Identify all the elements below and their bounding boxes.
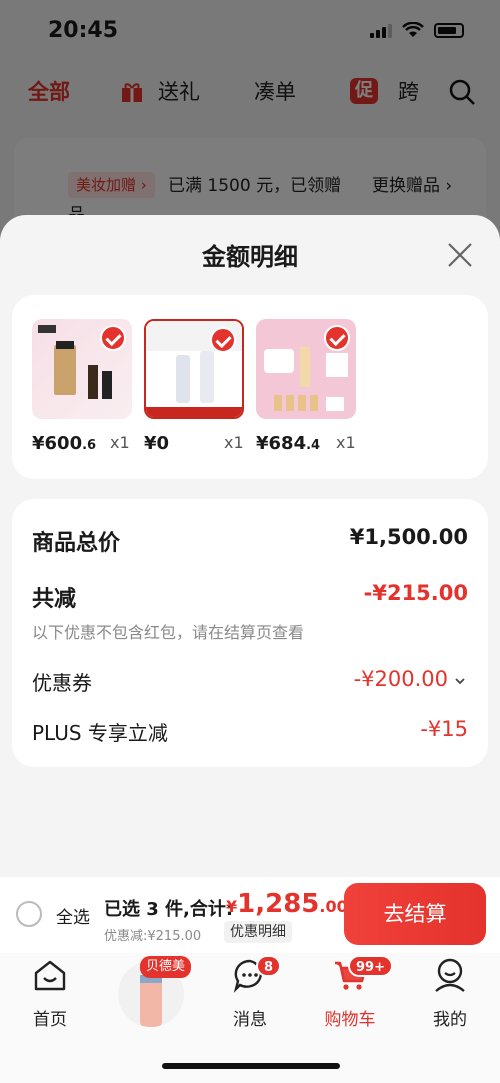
total-reduce-label: 共减 — [32, 587, 77, 612]
select-all-label[interactable]: 全选 — [56, 903, 90, 928]
coupon-label: 优惠券 — [32, 671, 92, 695]
total-price-label: 商品总价 — [32, 531, 121, 556]
product-image-2[interactable] — [144, 319, 244, 419]
product-price-1: ¥600.6 — [32, 433, 97, 454]
messages-badge: 8 — [256, 955, 282, 977]
checkout-button[interactable]: 去结算 — [344, 883, 486, 945]
plus-discount-value: -¥15 — [420, 717, 468, 741]
discount-detail-button[interactable]: 优惠明细 — [224, 921, 292, 943]
tab-home-label: 首页 — [33, 1010, 67, 1030]
promo-tag: 贝德美 — [140, 956, 192, 978]
home-icon — [34, 960, 66, 991]
discount-note: 以下优惠不包含红包，请在结算页查看 — [32, 623, 305, 642]
selected-check-icon — [324, 325, 350, 351]
tab-cart-label: 购物车 — [324, 1010, 376, 1030]
cart-badge: 99+ — [348, 955, 393, 977]
product-image-3[interactable] — [256, 319, 356, 419]
product-image-1[interactable] — [32, 319, 132, 419]
tab-cart[interactable]: 购物车 99+ — [310, 955, 393, 1030]
total-amount: ¥1,285.00 — [226, 889, 348, 919]
close-icon[interactable] — [446, 241, 474, 269]
total-price-value: ¥1,500.00 — [349, 525, 468, 549]
plus-discount-label: PLUS 专享立减 — [32, 721, 168, 745]
tab-home[interactable]: 首页 — [10, 957, 90, 1030]
tab-mine[interactable]: 我的 — [410, 957, 490, 1030]
profile-icon — [435, 958, 465, 992]
selected-check-icon — [210, 327, 236, 353]
checkout-bar: 全选 已选 3 件,合计: ¥1,285.00 优惠减:¥215.00 优惠明细… — [0, 877, 500, 953]
sheet-title: 金额明细 — [202, 243, 298, 271]
tab-messages-label: 消息 — [233, 1010, 267, 1030]
product-qty-3: x1 — [336, 433, 356, 452]
product-qty-1: x1 — [110, 433, 130, 452]
home-indicator — [162, 1063, 340, 1069]
coupon-value[interactable]: -¥200.00 — [354, 667, 448, 691]
product-price-2: ¥0 — [144, 433, 170, 454]
chevron-down-icon[interactable] — [454, 675, 466, 687]
select-all-radio[interactable] — [16, 901, 42, 927]
product-qty-2: x1 — [224, 433, 244, 452]
tab-mine-label: 我的 — [433, 1010, 467, 1030]
total-reduce-value: -¥215.00 — [363, 581, 468, 605]
discount-summary: 优惠减:¥215.00 — [104, 929, 202, 944]
product-price-3: ¥684.4 — [256, 433, 321, 454]
price-summary-card: 商品总价 ¥1,500.00 共减 -¥215.00 以下优惠不包含红包，请在结… — [12, 499, 488, 767]
tab-messages[interactable]: 消息 8 — [210, 955, 290, 1030]
selected-count-text: 已选 3 件,合计: — [104, 899, 234, 920]
products-card: ¥600.6 x1 ¥0 x1 ¥684.4 x1 — [12, 295, 488, 479]
selected-check-icon — [100, 325, 126, 351]
